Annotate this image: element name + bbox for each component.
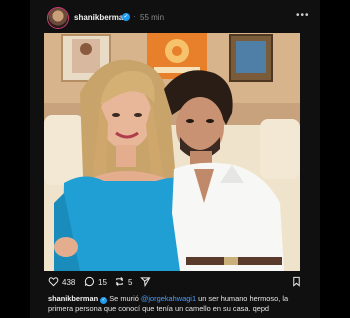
post-username[interactable]: shanikberman [74,13,128,22]
verified-badge-icon: ✓ [122,13,130,21]
post-header: shanikberman ✓ · 55 min ••• [30,6,320,32]
post-actions: 438 15 5 [48,276,304,290]
avatar[interactable] [48,8,68,28]
heart-icon[interactable] [48,276,59,287]
bookmark-icon[interactable] [291,276,302,287]
separator-dot: · [133,12,136,21]
caption-username[interactable]: shanikberman [48,294,98,303]
more-options-icon[interactable]: ••• [296,10,310,21]
post-caption: shanikberman ✓ Se murió @jorgekahwagi1 u… [48,294,304,314]
repost-count[interactable]: 5 [128,278,132,287]
post-card: shanikberman ✓ · 55 min ••• 438 15 5 sha… [30,0,320,318]
app-background: shanikberman ✓ · 55 min ••• 438 15 5 sha… [0,0,350,318]
comment-count[interactable]: 15 [98,278,107,287]
caption-mention[interactable]: @jorgekahwagi1 [141,294,196,303]
verified-badge-icon: ✓ [100,297,108,304]
like-count[interactable]: 438 [62,278,75,287]
post-timestamp: 55 min [140,13,165,22]
send-icon[interactable] [140,276,151,287]
post-photo-image [44,33,300,271]
comment-icon[interactable] [84,276,95,287]
post-photo[interactable] [44,33,300,271]
caption-text-before: Se murió [109,294,141,303]
repost-icon[interactable] [114,276,125,287]
